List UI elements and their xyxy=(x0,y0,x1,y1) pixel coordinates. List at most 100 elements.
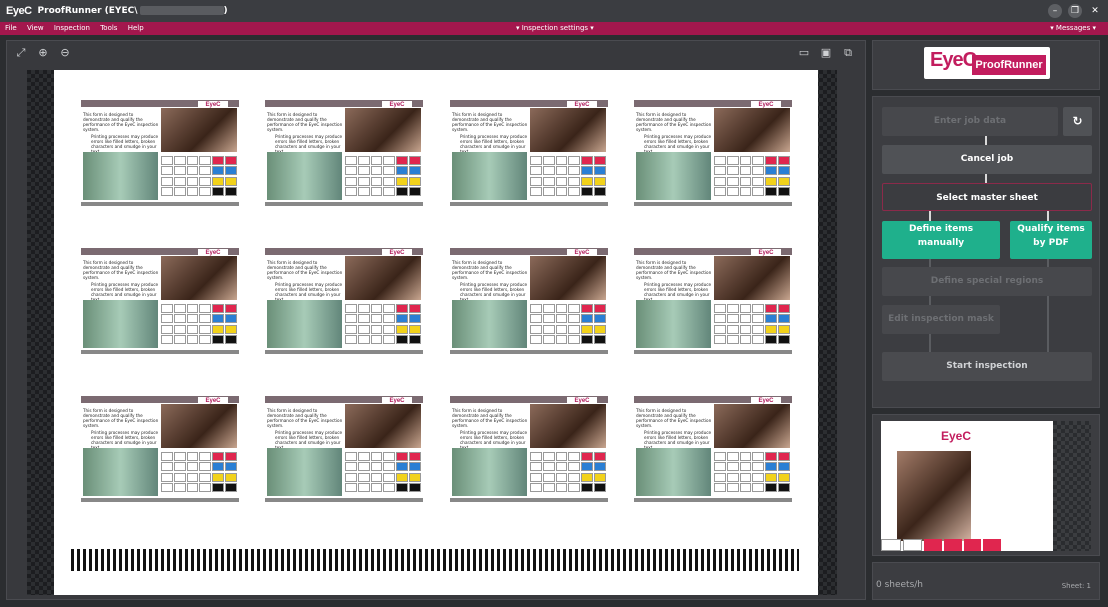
barcode-strip xyxy=(71,549,799,571)
card-swatches xyxy=(714,452,790,492)
zoom-out-icon[interactable]: ⊖ xyxy=(57,45,73,61)
menu-inspection[interactable]: Inspection xyxy=(54,24,90,32)
menu-file[interactable]: File xyxy=(5,24,17,32)
status-box: 0 sheets/h Sheet: 1 xyxy=(872,562,1100,600)
card-product-image xyxy=(452,448,527,496)
card-swatches xyxy=(161,452,237,492)
menu-help[interactable]: Help xyxy=(128,24,144,32)
card-footer-bar xyxy=(634,202,792,206)
card-text: This form is designed to demonstrate and… xyxy=(636,112,712,154)
define-items-manually-button[interactable]: Define items manually xyxy=(882,221,1000,259)
card-swatches xyxy=(714,156,790,196)
card-photo xyxy=(161,108,237,152)
card-footer-bar xyxy=(81,350,239,354)
preview-swatches xyxy=(881,539,1002,551)
card-text: This form is designed to demonstrate and… xyxy=(83,408,159,450)
workflow-connector xyxy=(1047,211,1049,221)
window-title: ProofRunner (EYEC\) xyxy=(37,6,228,16)
card-text: This form is designed to demonstrate and… xyxy=(267,260,343,302)
card-product-image xyxy=(83,300,158,348)
workflow-connector xyxy=(1047,296,1049,352)
card-swatches xyxy=(161,304,237,344)
card-photo xyxy=(714,108,790,152)
card-product-image xyxy=(452,300,527,348)
card-footer-bar xyxy=(450,498,608,502)
card-photo xyxy=(345,404,421,448)
card-swatches xyxy=(345,452,421,492)
acceptance-chart-card: EyeC This form is designed to demonstrate… xyxy=(265,396,423,506)
acceptance-chart-card: EyeC This form is designed to demonstrate… xyxy=(634,248,792,358)
card-text: This form is designed to demonstrate and… xyxy=(452,260,528,302)
card-footer-bar xyxy=(450,202,608,206)
card-footer-bar xyxy=(265,498,423,502)
open-folder-icon[interactable]: ▭ xyxy=(796,45,812,61)
card-footer-bar xyxy=(81,498,239,502)
acceptance-chart-card: EyeC This form is designed to demonstrate… xyxy=(450,100,608,210)
sheets-per-hour: 0 sheets/h xyxy=(876,580,924,590)
preview-checker xyxy=(1053,421,1091,551)
card-text: This form is designed to demonstrate and… xyxy=(267,408,343,450)
acceptance-chart-card: EyeC This form is designed to demonstrate… xyxy=(634,100,792,210)
select-master-sheet-button[interactable]: Select master sheet xyxy=(882,183,1092,211)
card-photo xyxy=(530,256,606,300)
card-photo xyxy=(345,108,421,152)
save-as-icon[interactable]: ⧉ xyxy=(840,45,856,61)
redacted-text xyxy=(139,6,224,15)
card-product-image xyxy=(636,152,711,200)
card-photo xyxy=(345,256,421,300)
acceptance-chart-card: EyeC This form is designed to demonstrate… xyxy=(634,396,792,506)
preview-photo xyxy=(897,451,971,541)
workflow-box: Enter job data ↻ Cancel job Select maste… xyxy=(872,96,1100,408)
restore-icon[interactable]: ❐ xyxy=(1068,4,1082,18)
acceptance-chart-card: EyeC This form is designed to demonstrate… xyxy=(81,100,239,210)
define-special-regions-button[interactable]: Define special regions xyxy=(882,267,1092,296)
master-sheet: EyeC This form is designed to demonstrate… xyxy=(54,70,818,595)
menu-view[interactable]: View xyxy=(27,24,44,32)
edit-inspection-mask-button[interactable]: Edit inspection mask xyxy=(882,305,1000,334)
card-swatches xyxy=(345,304,421,344)
card-product-image xyxy=(267,448,342,496)
start-inspection-button[interactable]: Start inspection xyxy=(882,352,1092,381)
cancel-job-button[interactable]: Cancel job xyxy=(882,145,1092,174)
enter-job-data-button[interactable]: Enter job data xyxy=(882,107,1058,136)
card-text: This form is designed to demonstrate and… xyxy=(452,408,528,450)
card-text: This form is designed to demonstrate and… xyxy=(452,112,528,154)
zoom-in-icon[interactable]: ⊕ xyxy=(35,45,51,61)
workflow-connector xyxy=(929,334,931,352)
refresh-icon[interactable]: ↻ xyxy=(1063,107,1092,136)
close-icon[interactable]: ✕ xyxy=(1088,4,1102,18)
messages-menu[interactable]: ▾ Messages ▾ xyxy=(1050,22,1096,35)
card-footer-bar xyxy=(450,350,608,354)
card-photo xyxy=(714,404,790,448)
card-text: This form is designed to demonstrate and… xyxy=(83,112,159,154)
inspection-settings-menu[interactable]: ▾ Inspection settings ▾ xyxy=(516,22,594,35)
card-product-image xyxy=(452,152,527,200)
card-swatches xyxy=(161,156,237,196)
sheet-preview-image[interactable]: EyeC xyxy=(881,421,1091,551)
brand-box: EyeC ProofRunner xyxy=(872,40,1100,90)
card-swatches xyxy=(530,452,606,492)
card-product-image xyxy=(83,448,158,496)
minimize-icon[interactable]: – xyxy=(1048,4,1062,18)
fit-to-screen-icon[interactable]: ⤢ xyxy=(13,45,29,61)
card-photo xyxy=(161,404,237,448)
card-photo xyxy=(161,256,237,300)
sheet-canvas[interactable]: EyeC This form is designed to demonstrate… xyxy=(27,70,837,595)
sheet-number: Sheet: 1 xyxy=(1061,582,1091,590)
qualify-items-by-pdf-button[interactable]: Qualify items by PDF xyxy=(1010,221,1092,259)
live-preview-box: EyeC xyxy=(872,414,1100,556)
acceptance-chart-card: EyeC This form is designed to demonstrate… xyxy=(265,248,423,358)
preview-logo: EyeC xyxy=(941,429,972,443)
workflow-connector xyxy=(985,136,987,145)
workflow-connector xyxy=(929,259,931,267)
card-swatches xyxy=(345,156,421,196)
card-footer-bar xyxy=(265,202,423,206)
workflow-connector xyxy=(929,296,931,305)
menu-tools[interactable]: Tools xyxy=(100,24,117,32)
card-footer-bar xyxy=(265,350,423,354)
workflow-connector xyxy=(929,211,931,221)
card-footer-bar xyxy=(634,498,792,502)
save-icon[interactable]: ▣ xyxy=(818,45,834,61)
title-bar: EyeC ProofRunner (EYEC\) – ❐ ✕ xyxy=(0,0,1108,22)
app-logo: EyeC xyxy=(6,5,32,17)
